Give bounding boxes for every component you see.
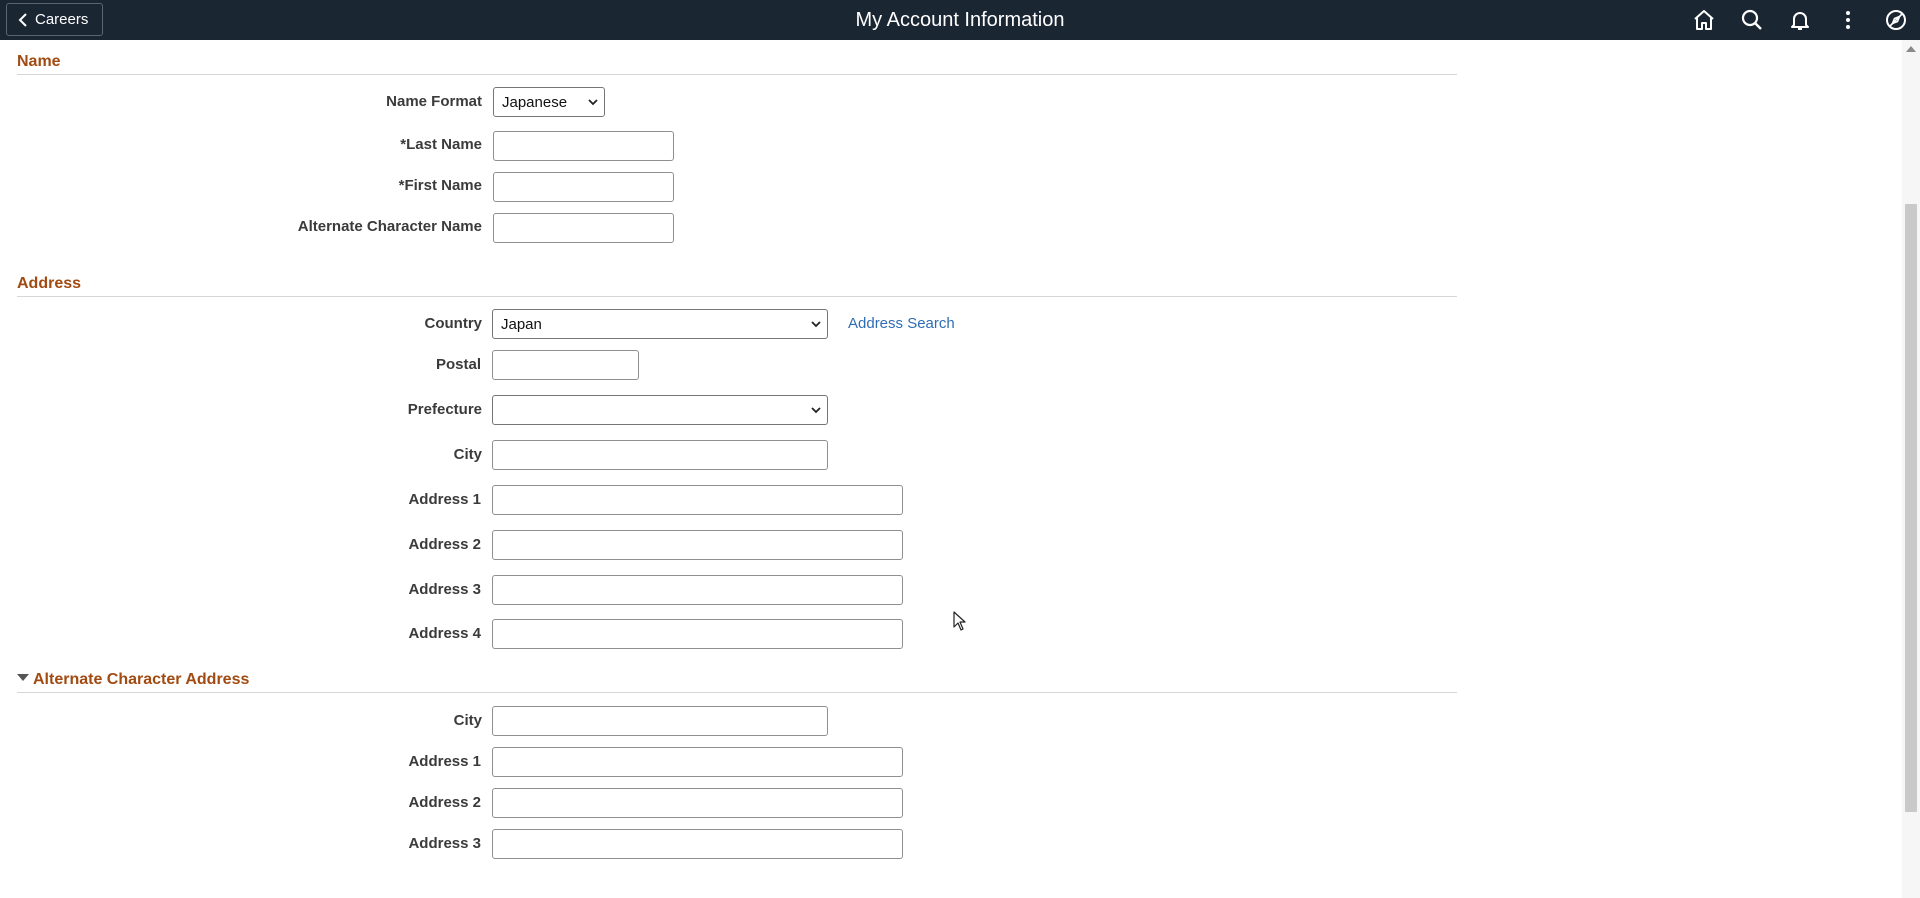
name-format-select[interactable]: Japanese [493,87,605,117]
navbar-button[interactable] [1872,0,1920,40]
top-banner: Careers My Account Information [0,0,1920,40]
name-section-title: Name [17,53,61,70]
home-button[interactable] [1680,0,1728,40]
address3-input[interactable] [492,575,903,605]
chevron-left-icon [18,12,27,27]
prefecture-select[interactable] [492,395,828,425]
city-input[interactable] [492,440,828,470]
back-button[interactable]: Careers [6,3,104,36]
header-actions [1680,0,1920,40]
alt-address2-label: Address 2 [408,794,481,811]
prefecture-label: Prefecture [407,401,482,418]
search-button[interactable] [1728,0,1776,40]
address4-label: Address 4 [408,625,481,642]
country-value: Japan [501,315,542,333]
home-icon [1694,10,1714,30]
address-section-title: Address [17,275,82,292]
alt-char-name-input[interactable] [493,213,674,243]
more-actions-button[interactable] [1824,0,1872,40]
last-name-input[interactable] [493,131,674,161]
alt-address2-input[interactable] [492,788,903,818]
postal-label: Postal [435,356,481,373]
alt-address-section-title[interactable]: Alternate Character Address [33,671,249,688]
back-button-label: Careers [35,11,89,28]
alt-city-label: City [453,712,482,729]
vertical-scrollbar[interactable] [1902,40,1920,898]
address-section-header: Address [17,275,1457,297]
compass-icon [1886,10,1906,30]
country-label: Country [424,315,483,332]
first-name-input[interactable] [493,172,674,202]
last-name-label: *Last Name [400,136,482,153]
alt-city-input[interactable] [492,706,828,736]
alt-address1-label: Address 1 [408,753,481,770]
city-label: City [453,446,482,463]
address2-input[interactable] [492,530,903,560]
name-section-header: Name [17,53,1457,75]
mouse-cursor-icon [953,611,966,631]
alt-address1-input[interactable] [492,747,903,777]
chevron-down-icon [588,99,598,106]
address2-label: Address 2 [408,536,481,553]
alt-address-section-header[interactable]: Alternate Character Address [17,671,1457,693]
alt-address3-input[interactable] [492,829,903,859]
address3-label: Address 3 [408,581,481,598]
first-name-label: *First Name [398,177,482,194]
address4-input[interactable] [492,619,903,649]
scroll-thumb[interactable] [1905,204,1917,812]
name-format-value: Japanese [502,93,568,111]
alt-address3-label: Address 3 [408,835,481,852]
notifications-button[interactable] [1776,0,1824,40]
chevron-down-icon [811,407,821,414]
chevron-down-icon [811,321,821,328]
scroll-up-arrow[interactable] [1906,46,1916,52]
collapse-triangle-icon[interactable] [17,674,29,682]
alt-char-name-label: Alternate Character Name [297,218,482,235]
address1-input[interactable] [492,485,903,515]
bell-icon [1791,12,1809,30]
name-format-label: Name Format [386,93,482,110]
more-icon [1846,11,1850,29]
address-search-link[interactable]: Address Search [848,315,955,332]
postal-input[interactable] [492,350,639,380]
address1-label: Address 1 [408,491,481,508]
search-icon [1741,9,1762,30]
country-select[interactable]: Japan [492,309,828,339]
page-title: My Account Information [855,9,1065,31]
